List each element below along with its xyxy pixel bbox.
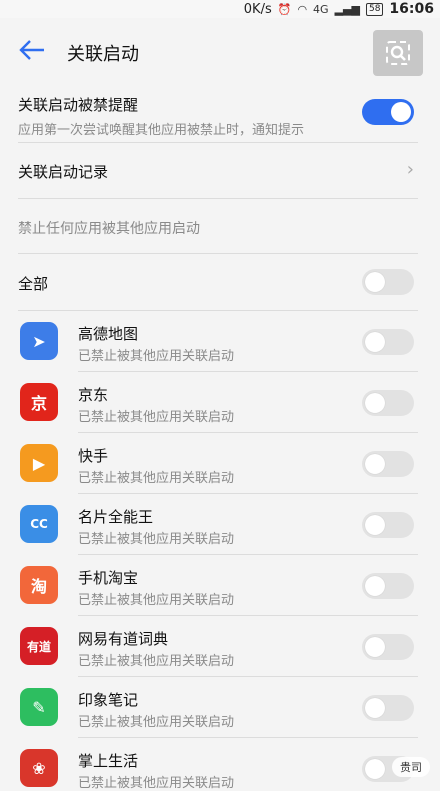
divider: [78, 615, 418, 616]
app-toggle[interactable]: [362, 512, 414, 538]
app-name: 手机淘宝: [78, 569, 139, 587]
app-status: 已禁止被其他应用关联启动: [78, 654, 235, 669]
app-toggle[interactable]: [362, 695, 414, 721]
network-speed: 0K/s: [243, 1, 272, 17]
taobao-icon: 淘: [20, 566, 58, 604]
all-apps-row[interactable]: 全部: [18, 273, 418, 294]
divider: [78, 554, 418, 555]
app-status: 已禁止被其他应用关联启动: [78, 715, 235, 730]
app-header: 关联启动: [0, 18, 440, 82]
app-name: 掌上生活: [78, 752, 139, 770]
app-toggle[interactable]: [362, 573, 414, 599]
all-toggle[interactable]: [362, 269, 414, 295]
app-status: 已禁止被其他应用关联启动: [78, 593, 235, 608]
watermark: 贵司: [392, 757, 430, 777]
app-name: 印象笔记: [78, 691, 139, 709]
section-hint: 禁止任何应用被其他应用启动: [18, 221, 200, 237]
alarm-icon: ⏰: [277, 2, 292, 16]
app-name: 名片全能王: [78, 508, 154, 526]
camcard-icon: CC: [20, 505, 58, 543]
notify-setting-row[interactable]: 关联启动被禁提醒 应用第一次尝试唤醒其他应用被禁止时，通知提示: [18, 94, 418, 138]
divider: [78, 737, 418, 738]
search-button[interactable]: [373, 30, 423, 76]
app-status: 已禁止被其他应用关联启动: [78, 532, 235, 547]
app-toggle[interactable]: [362, 329, 414, 355]
divider: [18, 142, 418, 143]
app-name: 高德地图: [78, 325, 139, 343]
back-arrow-icon[interactable]: [18, 38, 46, 62]
clock: 16:06: [389, 1, 434, 17]
search-icon: [386, 41, 410, 65]
signal-icon: ▂▄▆: [334, 2, 360, 16]
youdao-icon: 有道: [20, 627, 58, 665]
jd-icon: 京: [20, 383, 58, 421]
evernote-icon: ✎: [20, 688, 58, 726]
app-toggle[interactable]: [362, 451, 414, 477]
notify-description: 应用第一次尝试唤醒其他应用被禁止时，通知提示: [18, 123, 305, 138]
chevron-right-icon: ›: [406, 159, 414, 180]
gaode-icon: ➤: [20, 322, 58, 360]
kuaishou-icon: ▶: [20, 444, 58, 482]
divider: [78, 371, 418, 372]
network-type: 4G: [313, 2, 329, 16]
divider: [18, 253, 418, 254]
app-toggle[interactable]: [362, 390, 414, 416]
record-row[interactable]: 关联启动记录 ›: [18, 159, 418, 185]
divider: [18, 198, 418, 199]
zhangshang-icon: ❀: [20, 749, 58, 787]
page-title: 关联启动: [67, 44, 139, 65]
app-status: 已禁止被其他应用关联启动: [78, 349, 235, 364]
notify-toggle[interactable]: [362, 99, 414, 125]
app-name: 快手: [78, 447, 109, 465]
notify-label: 关联启动被禁提醒: [18, 96, 139, 114]
divider: [78, 432, 418, 433]
app-name: 京东: [78, 386, 109, 404]
app-status: 已禁止被其他应用关联启动: [78, 776, 235, 791]
app-status: 已禁止被其他应用关联启动: [78, 410, 235, 425]
divider: [78, 493, 418, 494]
app-name: 网易有道词典: [78, 630, 169, 648]
status-bar: 0K/s ⏰ ◠ 4G ▂▄▆ 58 16:06: [0, 0, 440, 18]
app-status: 已禁止被其他应用关联启动: [78, 471, 235, 486]
divider: [18, 310, 418, 311]
battery-level: 58: [365, 2, 384, 16]
record-label: 关联启动记录: [18, 163, 109, 181]
app-toggle[interactable]: [362, 634, 414, 660]
all-label: 全部: [18, 275, 49, 293]
divider: [78, 676, 418, 677]
wifi-icon: ◠: [297, 2, 308, 16]
